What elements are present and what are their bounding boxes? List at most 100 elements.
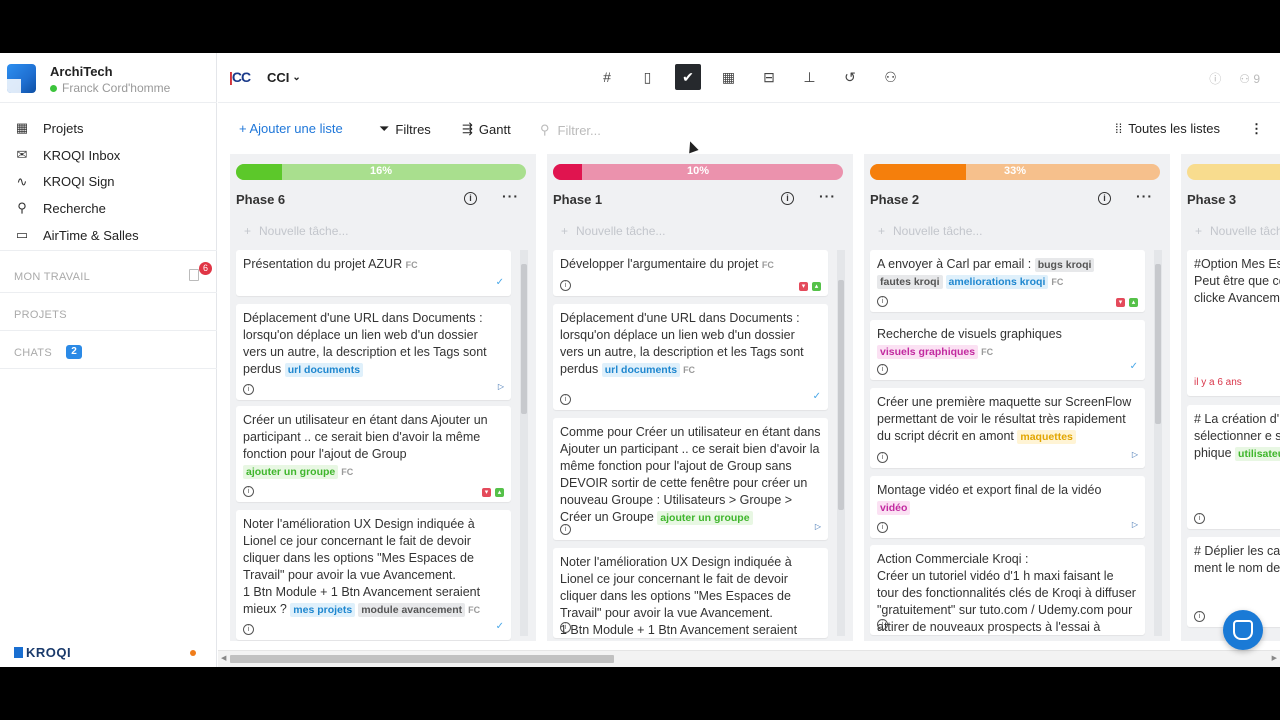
scroll-left-icon[interactable]: ◀	[221, 654, 226, 662]
vote-icons[interactable]: ▾ ▴	[799, 282, 821, 291]
hash-icon[interactable]: #	[594, 64, 620, 90]
more-options-icon[interactable]: ⋮	[1250, 121, 1263, 137]
info-icon[interactable]: i	[243, 384, 254, 395]
task-card[interactable]: #Option Mes Es idée ces option projets !…	[1187, 250, 1280, 396]
info-icon[interactable]: i	[1194, 611, 1205, 622]
thumbs-up-icon[interactable]: ▴	[812, 282, 821, 291]
task-card[interactable]: Recherche de visuels graphiques visuels …	[870, 320, 1145, 380]
chat-support-button[interactable]	[1223, 610, 1263, 650]
info-icon[interactable]: i	[877, 619, 888, 630]
info-icon[interactable]: i	[877, 452, 888, 463]
scrollbar-thumb[interactable]	[521, 264, 527, 414]
list-scrollbar[interactable]	[1154, 250, 1162, 636]
new-task-input[interactable]: + Nouvelle tâche...	[244, 224, 348, 238]
history-icon[interactable]: ↺	[837, 64, 863, 90]
task-card[interactable]: Créer une première maquette sur ScreenFl…	[870, 388, 1145, 468]
list-title[interactable]: Phase 6	[236, 192, 285, 207]
info-icon[interactable]: i	[1194, 513, 1205, 524]
scrollbar-thumb[interactable]	[1155, 264, 1161, 424]
task-tag[interactable]: utilisateu	[1235, 447, 1280, 461]
play-icon[interactable]: ▷	[815, 518, 821, 535]
nav-item-inbox[interactable]: ✉ KROQI Inbox	[0, 142, 217, 169]
calendar-icon[interactable]: ▦	[716, 64, 742, 90]
thumbs-down-icon[interactable]: ▾	[799, 282, 808, 291]
info-icon[interactable]: ⓘ	[1209, 70, 1221, 87]
document-icon[interactable]: ▯	[635, 64, 661, 90]
workspace-header[interactable]: ArchiTech Franck Cord'homme	[0, 53, 217, 103]
members-button[interactable]: ⚇ 9	[1239, 72, 1260, 86]
list-menu-icon[interactable]: ···	[502, 188, 519, 204]
info-icon[interactable]: i	[877, 296, 888, 307]
task-card[interactable]: Développer l'argumentaire du projet FC i ▾…	[553, 250, 828, 296]
task-card[interactable]: # La création d' d'un existant : le de s…	[1187, 405, 1280, 529]
nav-item-recherche[interactable]: ⚲ Recherche	[0, 195, 217, 222]
task-tag[interactable]: bugs kroqi	[1034, 258, 1095, 272]
board-horizontal-scrollbar[interactable]: ◀ ▶	[218, 650, 1280, 667]
task-tag[interactable]: module avancement	[358, 603, 466, 617]
info-icon[interactable]: i	[243, 624, 254, 635]
task-tag[interactable]: url documents	[601, 363, 681, 377]
section-mon-travail[interactable]: MON TRAVAIL	[14, 271, 90, 283]
task-tag[interactable]: url documents	[284, 363, 364, 377]
info-icon[interactable]: i	[560, 622, 571, 633]
scrollbar-thumb[interactable]	[230, 655, 614, 663]
nav-item-projets[interactable]: ▦ Projets	[0, 115, 217, 142]
play-icon[interactable]: ▷	[1132, 516, 1138, 533]
info-icon[interactable]: i	[464, 192, 477, 205]
info-icon[interactable]: i	[560, 280, 571, 291]
list-title[interactable]: Phase 2	[870, 192, 919, 207]
task-tag[interactable]: mes projets	[290, 603, 356, 617]
list-scrollbar[interactable]	[520, 250, 528, 636]
gantt-button[interactable]: ⇶ Gantt	[462, 121, 511, 137]
all-lists-button[interactable]: ⁞⁞ Toutes les listes	[1115, 121, 1220, 136]
new-task-input[interactable]: + Nouvelle tâche...	[561, 224, 665, 238]
task-card[interactable]: Déplacement d'une URL dans Documents : l…	[553, 304, 828, 410]
task-card[interactable]: Déplacement d'une URL dans Documents : l…	[236, 304, 511, 400]
task-tag[interactable]: maquettes	[1017, 430, 1076, 444]
task-tag[interactable]: visuels graphiques	[877, 345, 979, 359]
info-icon[interactable]: i	[877, 364, 888, 375]
check-icon[interactable]: ✓	[1130, 358, 1138, 375]
info-icon[interactable]: i	[560, 524, 571, 535]
new-task-input[interactable]: + Nouvelle tâche...	[1195, 224, 1280, 238]
list-menu-icon[interactable]: ···	[1136, 188, 1153, 204]
check-icon[interactable]: ✓	[496, 274, 504, 291]
list-menu-icon[interactable]: ···	[819, 188, 836, 204]
nav-item-sign[interactable]: ∿ KROQI Sign	[0, 168, 217, 195]
new-task-input[interactable]: + Nouvelle tâche...	[878, 224, 982, 238]
vote-icons[interactable]: ▾ ▴	[482, 488, 504, 497]
nav-item-airtime[interactable]: ▭ AirTime & Salles	[0, 222, 217, 249]
filters-button[interactable]: ⏷ Filtres	[379, 121, 431, 137]
info-icon[interactable]: i	[560, 394, 571, 405]
thumbs-up-icon[interactable]: ▴	[495, 488, 504, 497]
section-chats[interactable]: CHATS	[14, 347, 52, 359]
info-icon[interactable]: i	[1098, 192, 1111, 205]
task-tag[interactable]: vidéo	[877, 501, 911, 515]
play-icon[interactable]: ▷	[1132, 446, 1138, 463]
chart-icon[interactable]: ⊥	[797, 64, 823, 90]
task-card[interactable]: Noter l'amélioration UX Design indiquée …	[236, 510, 511, 640]
info-icon[interactable]: i	[243, 486, 254, 497]
add-list-button[interactable]: + Ajouter une liste	[239, 121, 343, 136]
task-tag[interactable]: fautes kroqi	[877, 275, 943, 289]
task-card[interactable]: Montage vidéo et export final de la vidé…	[870, 476, 1145, 538]
thumbs-up-icon[interactable]: ▴	[1129, 298, 1138, 307]
task-card[interactable]: Présentation du projet AZUR FC ✓	[236, 250, 511, 296]
task-tag[interactable]: ajouter un groupe	[243, 465, 339, 479]
check-icon[interactable]: ✓	[496, 618, 504, 635]
briefcase-icon[interactable]: ⊟	[756, 64, 782, 90]
list-scrollbar[interactable]	[837, 250, 845, 636]
thumbs-down-icon[interactable]: ▾	[1116, 298, 1125, 307]
task-card[interactable]: Noter l'amélioration UX Design indiquée …	[553, 548, 828, 638]
task-card[interactable]: A envoyer à Carl par email : bugs kroqi f…	[870, 250, 1145, 312]
project-selector[interactable]: CCI ⌄	[267, 70, 301, 85]
filter-input[interactable]: ⚲ Filtrer...	[540, 122, 601, 138]
info-icon[interactable]: i	[877, 522, 888, 533]
people-icon[interactable]: ⚇	[878, 64, 904, 90]
vote-icons[interactable]: ▾ ▴	[1116, 298, 1138, 307]
task-tag[interactable]: ameliorations kroqi	[945, 275, 1049, 289]
list-title[interactable]: Phase 1	[553, 192, 602, 207]
section-projets[interactable]: PROJETS	[14, 309, 67, 321]
check-icon[interactable]: ✔	[675, 64, 701, 90]
play-icon[interactable]: ▷	[498, 378, 504, 395]
